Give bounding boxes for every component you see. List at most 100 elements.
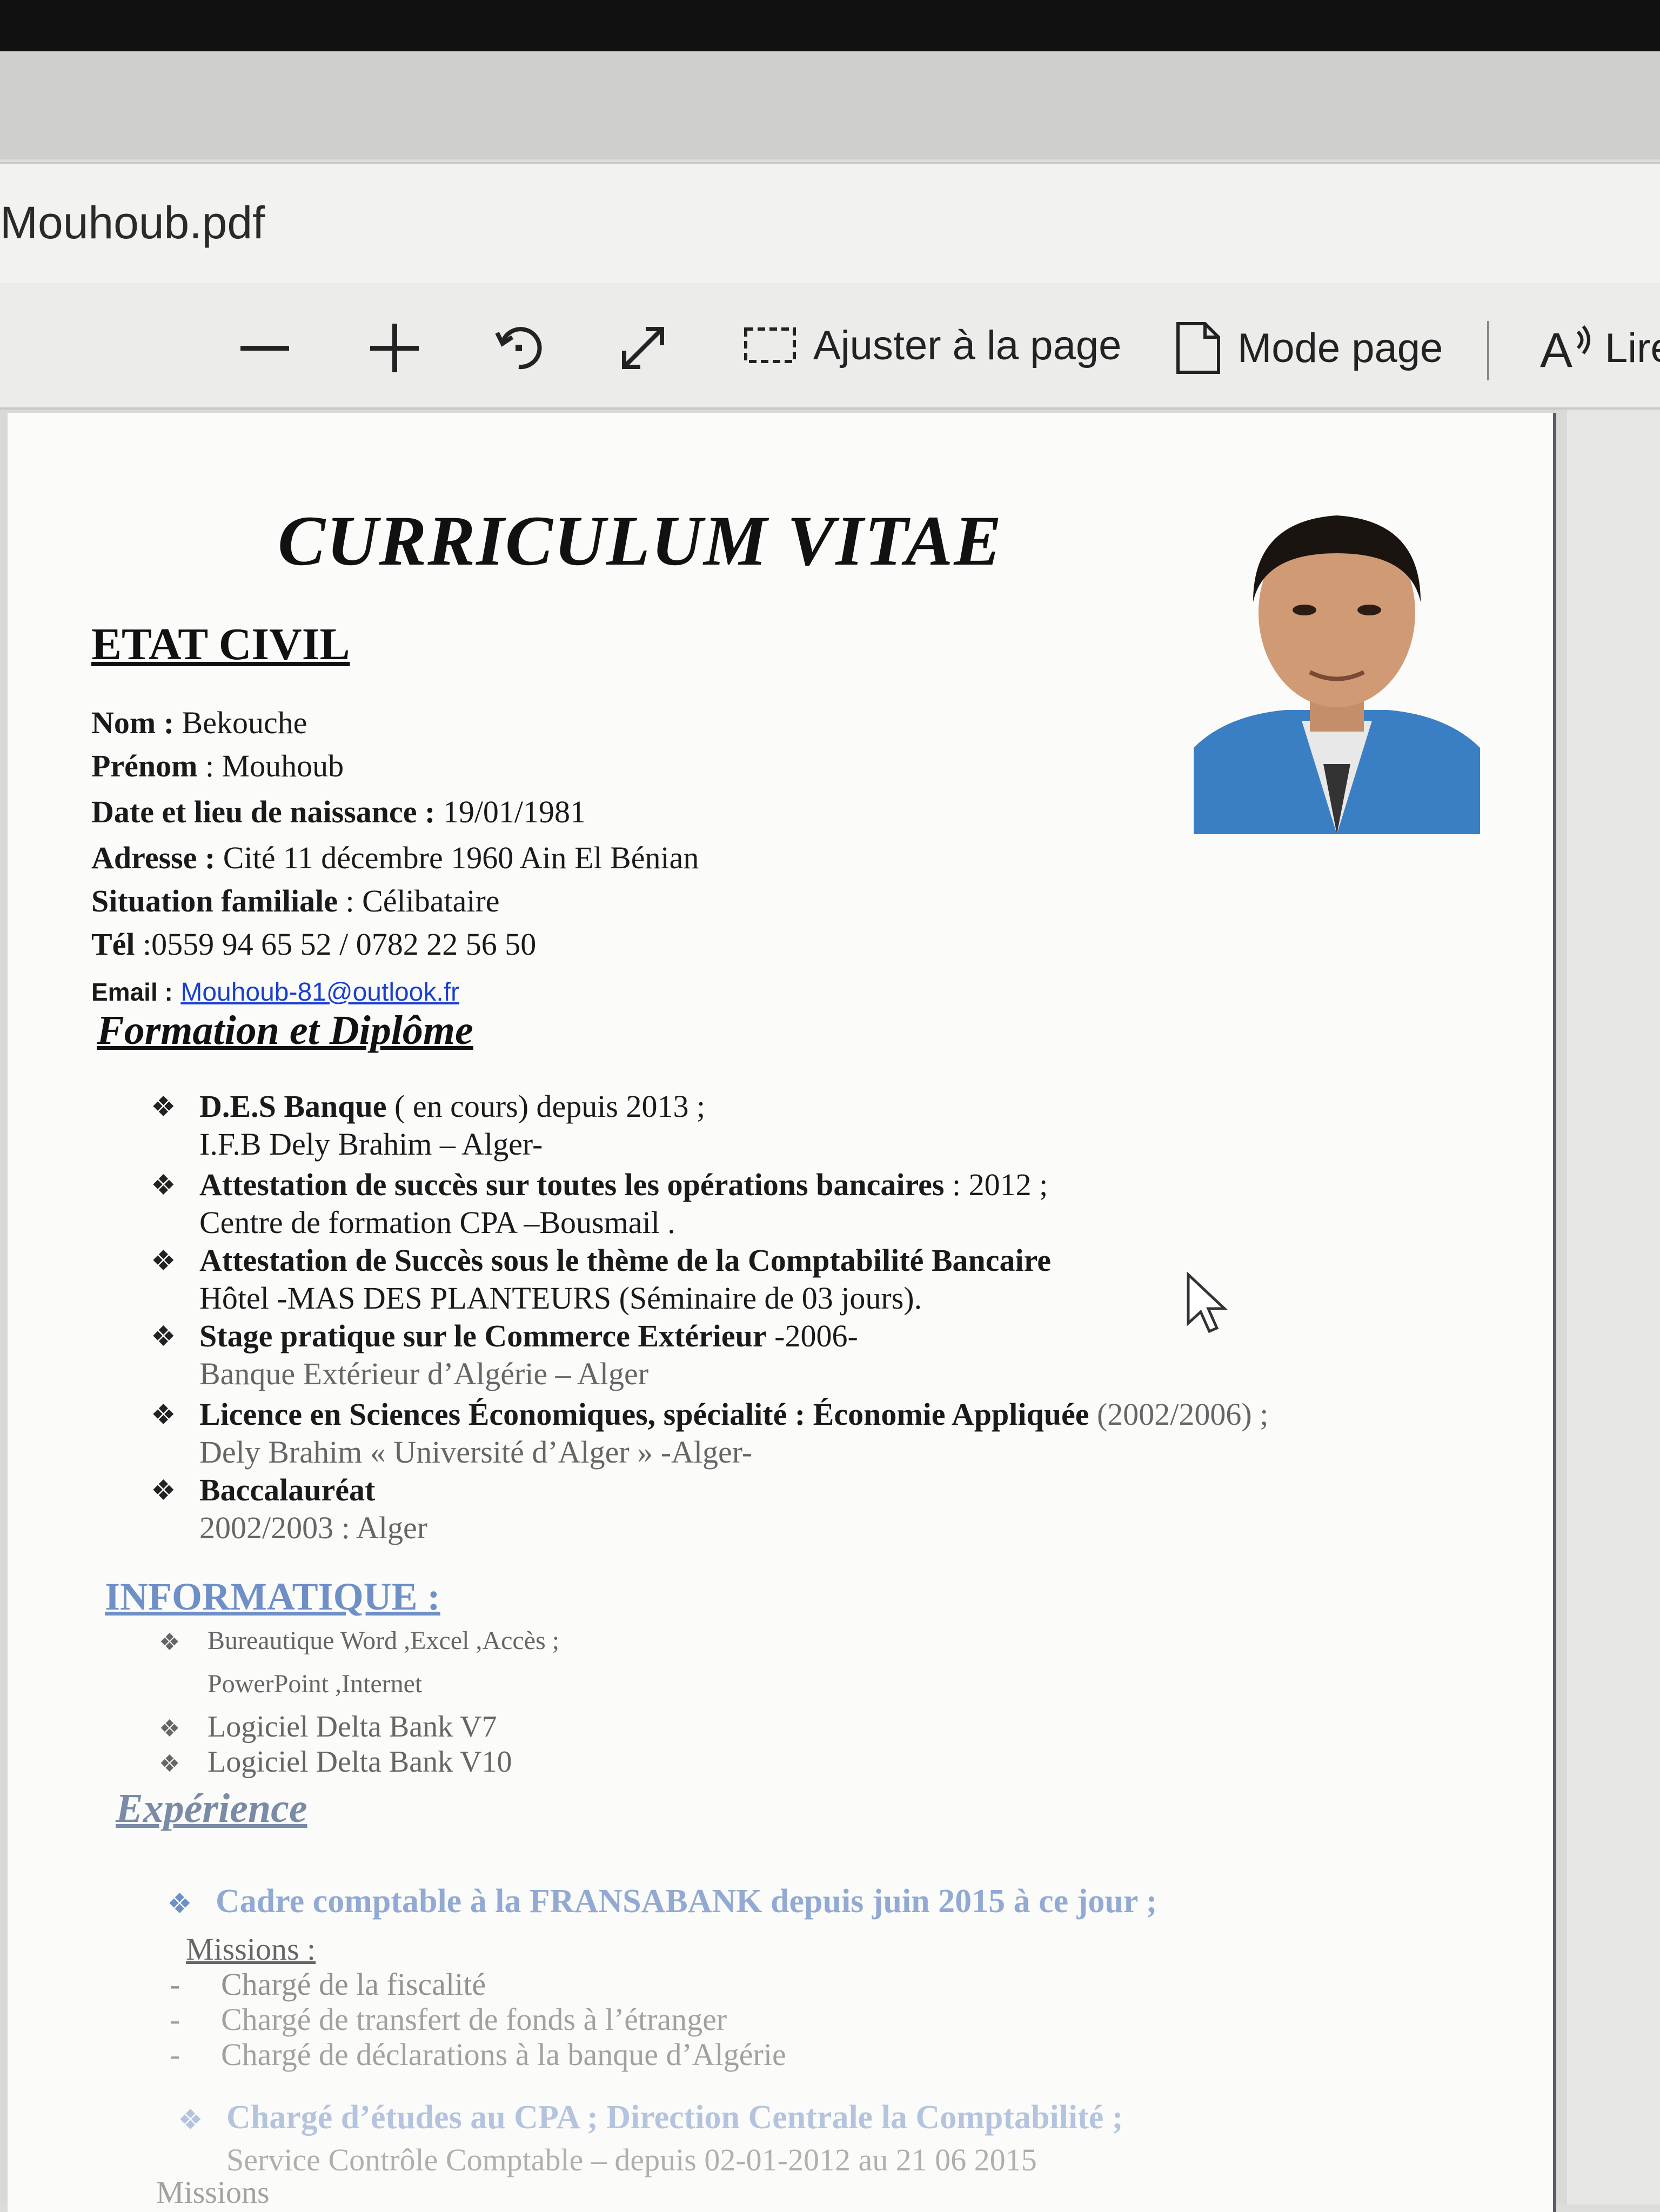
expand-icon	[622, 327, 664, 369]
situation-value: : Célibataire	[337, 883, 500, 919]
window-chrome	[0, 51, 1660, 159]
email-link[interactable]: Mouhoub-81@outlook.fr	[180, 978, 459, 1007]
page-mode-label: Mode page	[1237, 325, 1443, 371]
bullet-icon: ❖	[167, 1889, 192, 1920]
formation-item-2: Attestation de succès sur toutes les opé…	[199, 1167, 1048, 1203]
situation-label: Situation familiale	[91, 883, 338, 919]
missions-label: Missions :	[186, 1932, 316, 1967]
rotate-icon	[495, 327, 542, 370]
minus-icon	[240, 346, 289, 351]
pdf-toolbar: Ajuster à la page Mode page A Lire	[0, 283, 1660, 410]
bullet-icon: ❖	[159, 1715, 180, 1742]
title-bar: Mouhoub.pdf	[0, 162, 1660, 285]
bullet-icon: ❖	[159, 1629, 180, 1655]
adresse-value: Cité 11 décembre 1960 Ain El Bénian	[215, 840, 699, 875]
document-viewer[interactable]: CURRICULUM VITAE ETAT CIVIL Nom : Bekouc…	[0, 410, 1660, 2212]
viewer-scroll-area[interactable]	[1567, 410, 1660, 2204]
bullet-icon: ❖	[151, 1476, 176, 1506]
naissance-line: Date et lieu de naissance : 19/01/1981	[91, 794, 586, 830]
formation-item-6-sub: 2002/2003 : Alger	[199, 1510, 428, 1545]
mission-item-1: Chargé de la fiscalité	[221, 1967, 486, 2002]
fullscreen-button[interactable]	[616, 321, 670, 375]
fit-page-icon	[744, 327, 796, 363]
mission-dash: -	[170, 2037, 180, 2072]
prenom-line: Prénom : Mouhoub	[91, 748, 344, 784]
formation-item-6: Baccalauréat	[199, 1472, 375, 1508]
pdf-page: CURRICULUM VITAE ETAT CIVIL Nom : Bekouc…	[8, 413, 1556, 2212]
plus-icon	[370, 324, 419, 372]
bullet-icon: ❖	[159, 1751, 180, 1777]
formation-item-4-sub: Banque Extérieur d’Algérie – Alger	[199, 1356, 649, 1391]
formation-item-4-detail: -2006-	[766, 1318, 858, 1353]
mouse-cursor-icon	[1187, 1272, 1228, 1333]
formation-item-2-title: Attestation de succès sur toutes les opé…	[199, 1167, 945, 1202]
tel-label: Tél	[91, 927, 135, 962]
formation-item-1: D.E.S Banque ( en cours) depuis 2013 ;	[199, 1088, 705, 1124]
naissance-value: 19/01/1981	[435, 794, 586, 829]
nom-value: Bekouche	[174, 705, 307, 740]
read-aloud-button[interactable]: A Lire	[1540, 321, 1660, 375]
formation-item-3-title: Attestation de Succès sous le thème de l…	[199, 1243, 1052, 1278]
informatique-item-3: Logiciel Delta Bank V7	[208, 1710, 497, 1744]
toolbar-separator	[1487, 321, 1489, 380]
mission-dash: -	[170, 1967, 180, 2002]
tel-line: Tél :0559 94 65 52 / 0782 22 56 50	[91, 926, 536, 962]
page-icon	[1176, 322, 1220, 374]
mission-item-2: Chargé de transfert de fonds à l’étrange…	[221, 2002, 727, 2037]
profile-photo	[1194, 494, 1480, 834]
fit-page-button[interactable]: Ajuster à la page	[743, 321, 1121, 370]
situation-line: Situation familiale : Célibataire	[91, 883, 500, 919]
formation-item-5-detail: (2002/2006) ;	[1089, 1397, 1269, 1432]
zoom-in-button[interactable]	[367, 321, 421, 375]
formation-item-2-sub: Centre de formation CPA –Bousmail .	[199, 1205, 675, 1240]
informatique-item-1: Bureautique Word ,Excel ,Accès ;	[208, 1626, 560, 1655]
bullet-icon: ❖	[178, 2105, 203, 2136]
formation-item-2-detail: : 2012 ;	[944, 1167, 1048, 1202]
experience-job-2: Chargé d’études au CPA ; Direction Centr…	[226, 2099, 1123, 2136]
informatique-item-2: PowerPoint ,Internet	[208, 1670, 423, 1698]
bullet-icon: ❖	[151, 1092, 176, 1123]
formation-item-3-sub: Hôtel -MAS DES PLANTEURS (Séminaire de 0…	[199, 1281, 922, 1316]
formation-item-1-detail: ( en cours) depuis 2013 ;	[386, 1089, 706, 1124]
experience-job-2-sub: Service Contrôle Comptable – depuis 02-0…	[226, 2142, 1037, 2177]
zoom-out-button[interactable]	[238, 321, 292, 375]
cv-title: CURRICULUM VITAE	[278, 501, 1003, 580]
page-mode-button[interactable]: Mode page	[1173, 321, 1443, 375]
adresse-label: Adresse :	[91, 840, 216, 875]
read-aloud-icon: A	[1540, 324, 1590, 375]
svg-text:A: A	[1540, 324, 1572, 375]
formation-item-5-title: Licence en Sciences Économiques, spécial…	[199, 1397, 1089, 1432]
document-title: Mouhoub.pdf	[0, 197, 265, 248]
read-aloud-label: Lire	[1605, 325, 1660, 371]
formation-item-3: Attestation de Succès sous le thème de l…	[199, 1242, 1051, 1278]
monitor-bezel	[0, 0, 1660, 51]
fit-page-label: Ajuster à la page	[813, 322, 1122, 368]
formation-item-1-sub: I.F.B Dely Brahim – Alger-	[199, 1127, 543, 1162]
formation-item-6-title: Baccalauréat	[199, 1472, 376, 1507]
informatique-heading: INFORMATIQUE :	[105, 1575, 440, 1618]
mission-item-3: Chargé de déclarations à la banque d’Alg…	[221, 2037, 786, 2072]
email-label: Email :	[91, 978, 173, 1006]
naissance-label: Date et lieu de naissance :	[91, 794, 436, 829]
experience-heading: Expérience	[116, 1786, 307, 1831]
informatique-item-4: Logiciel Delta Bank V10	[208, 1745, 512, 1779]
missions-label-2: Missions	[156, 2175, 270, 2210]
formation-item-1-title: D.E.S Banque	[199, 1089, 387, 1124]
formation-item-5-sub: Dely Brahim « Université d’Alger » -Alge…	[199, 1435, 753, 1470]
etat-civil-heading: ETAT CIVIL	[91, 619, 350, 669]
adresse-line: Adresse : Cité 11 décembre 1960 Ain El B…	[91, 840, 699, 876]
bullet-icon: ❖	[151, 1170, 176, 1201]
formation-item-4: Stage pratique sur le Commerce Extérieur…	[199, 1318, 858, 1354]
experience-job-1: Cadre comptable à la FRANSABANK depuis j…	[216, 1883, 1157, 1920]
bullet-icon: ❖	[151, 1400, 176, 1431]
bullet-icon: ❖	[151, 1322, 176, 1352]
nom-line: Nom : Bekouche	[91, 705, 307, 741]
prenom-label: Prénom	[91, 748, 198, 783]
formation-heading: Formation et Diplôme	[97, 1008, 473, 1053]
tel-value: :0559 94 65 52 / 0782 22 56 50	[135, 927, 537, 962]
bullet-icon: ❖	[151, 1246, 176, 1277]
formation-item-4-title: Stage pratique sur le Commerce Extérieur	[199, 1318, 767, 1353]
prenom-value: : Mouhoub	[197, 748, 344, 783]
rotate-button[interactable]	[492, 321, 546, 375]
nom-label: Nom :	[91, 705, 175, 740]
